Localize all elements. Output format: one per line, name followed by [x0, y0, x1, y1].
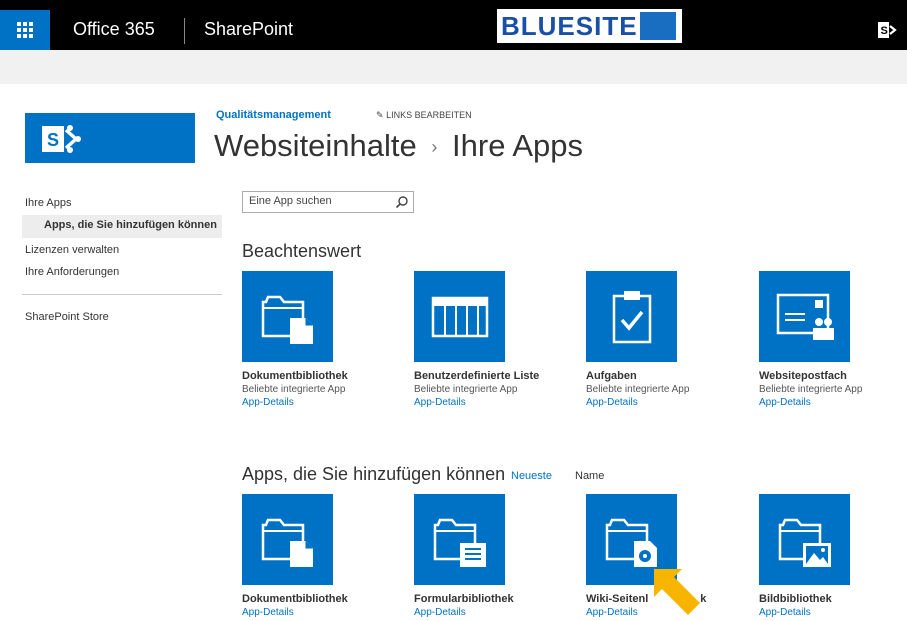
page-title: Websiteinhalte › Ihre Apps: [214, 128, 583, 164]
document-library-icon[interactable]: [242, 271, 333, 362]
tile-name[interactable]: Benutzerdefinierte Liste: [414, 370, 574, 382]
edit-links-button[interactable]: ✎ LINKS BEARBEITEN: [376, 110, 472, 121]
sharepoint-app-icon[interactable]: S: [877, 20, 899, 40]
tile-formularbibliothek[interactable]: Formularbibliothek App-Details: [414, 494, 574, 618]
svg-text:S: S: [47, 130, 59, 150]
left-navigation: Ihre Apps Apps, die Sie hinzufügen könne…: [22, 195, 222, 325]
brand-logo-box: [639, 12, 676, 40]
tile-name[interactable]: Aufgaben: [586, 370, 746, 382]
edit-links-label: LINKS BEARBEITEN: [386, 110, 472, 120]
svg-text:S: S: [881, 25, 888, 37]
site-mailbox-icon[interactable]: [759, 271, 850, 362]
sort-newest-link[interactable]: Neueste: [511, 470, 552, 482]
picture-library-icon[interactable]: [759, 494, 850, 585]
page-title-part1[interactable]: Websiteinhalte: [214, 128, 417, 163]
tile-subtitle: Beliebte integrierte App: [414, 384, 518, 395]
app-details-link[interactable]: App-Details: [586, 397, 746, 408]
site-logo[interactable]: S: [25, 113, 195, 163]
tile-subtitle: Beliebte integrierte App: [586, 384, 690, 395]
brand-logo-text: BLUESITE: [501, 10, 638, 41]
app-details-link[interactable]: App-Details: [242, 607, 402, 618]
tile-name[interactable]: Bildbibliothek: [759, 593, 907, 605]
tile-name[interactable]: Websitepostfach: [759, 370, 907, 382]
tile-subtitle: Beliebte integrierte App: [242, 384, 346, 395]
tile-bildbibliothek[interactable]: Bildbibliothek App-Details: [759, 494, 907, 618]
sharepoint-link[interactable]: SharePoint: [204, 19, 293, 40]
addable-apps-heading: Apps, die Sie hinzufügen können: [242, 464, 506, 484]
tile-benutzerdefinierte-liste[interactable]: Benutzerdefinierte Liste Beliebte integr…: [414, 271, 574, 408]
tile-name[interactable]: Formularbibliothek: [414, 593, 574, 605]
tile-name[interactable]: Dokumentbibliothek: [242, 593, 402, 605]
custom-list-icon[interactable]: [414, 271, 505, 362]
suite-bar-divider: [184, 18, 185, 44]
tile-aufgaben[interactable]: Aufgaben Beliebte integrierte App App-De…: [586, 271, 746, 408]
office-365-link[interactable]: Office 365: [73, 19, 155, 40]
nav-item-ihre-apps[interactable]: Ihre Apps: [22, 195, 222, 211]
nav-item-sharepoint-store[interactable]: SharePoint Store: [22, 309, 222, 325]
tasks-icon[interactable]: [586, 271, 677, 362]
app-details-link[interactable]: App-Details: [759, 397, 907, 408]
app-search-input[interactable]: Eine App suchen: [242, 191, 414, 213]
tile-name-start: Wiki-Seitenl: [586, 593, 649, 605]
title-separator: ›: [431, 137, 438, 158]
sharepoint-logo-icon: S: [42, 125, 81, 153]
tile-dokumentbibliothek-featured[interactable]: Dokumentbibliothek Beliebte integrierte …: [242, 271, 402, 408]
nav-item-apps-hinzufuegen[interactable]: Apps, die Sie hinzufügen können: [22, 215, 222, 238]
nav-item-lizenzen[interactable]: Lizenzen verwalten: [22, 242, 222, 258]
search-icon[interactable]: [395, 195, 409, 209]
highlight-arrow-icon: [654, 569, 700, 615]
app-launcher-button[interactable]: [0, 10, 50, 50]
tile-subtitle: Beliebte integrierte App: [759, 384, 863, 395]
tile-dokumentbibliothek[interactable]: Dokumentbibliothek App-Details: [242, 494, 402, 618]
page-title-part2: Ihre Apps: [452, 128, 584, 163]
ribbon-strip: [0, 50, 907, 84]
brand-logo: BLUESITE: [497, 9, 682, 43]
sort-name-link[interactable]: Name: [575, 470, 604, 482]
nav-divider: [22, 294, 222, 295]
suite-bar: Office 365 SharePoint BLUESITE S: [0, 0, 907, 50]
app-details-link[interactable]: App-Details: [242, 397, 402, 408]
search-placeholder: Eine App suchen: [249, 195, 332, 207]
app-details-link[interactable]: App-Details: [414, 607, 574, 618]
waffle-icon: [17, 22, 33, 38]
app-details-link[interactable]: App-Details: [759, 607, 907, 618]
site-breadcrumb-link[interactable]: Qualitätsmanagement: [216, 109, 331, 121]
noteworthy-heading: Beachtenswert: [242, 241, 362, 261]
pencil-icon: ✎: [376, 110, 384, 120]
tile-websitepostfach[interactable]: Websitepostfach Beliebte integrierte App…: [759, 271, 907, 408]
app-details-link[interactable]: App-Details: [414, 397, 574, 408]
nav-item-anforderungen[interactable]: Ihre Anforderungen: [22, 264, 222, 280]
document-library-icon[interactable]: [242, 494, 333, 585]
tile-name[interactable]: Dokumentbibliothek: [242, 370, 402, 382]
form-library-icon[interactable]: [414, 494, 505, 585]
